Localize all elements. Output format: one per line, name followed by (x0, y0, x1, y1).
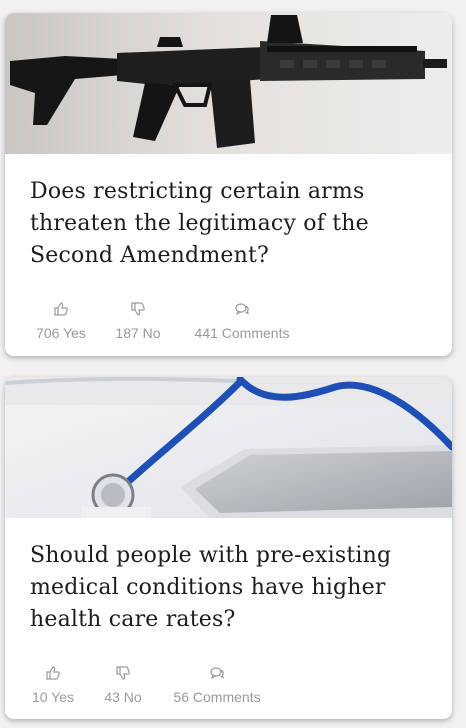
comments-count: 56 Comments (173, 689, 261, 705)
question-card[interactable]: Does restricting certain arms threaten t… (5, 13, 452, 356)
comments-count: 441 Comments (194, 325, 290, 341)
thumbs-up-icon (54, 302, 68, 316)
comments-button[interactable]: 441 Comments (183, 301, 301, 341)
no-vote-button[interactable]: 43 No (99, 665, 147, 705)
question-card[interactable]: Should people with pre-existing medical … (5, 377, 452, 719)
comment-bubbles-icon (235, 303, 249, 316)
rifle-image (5, 13, 452, 154)
yes-count: 10 Yes (31, 689, 75, 705)
no-count: 43 No (104, 689, 142, 705)
card-stats: 706 Yes 187 No 441 Comments (5, 301, 452, 351)
thumbs-down-icon (131, 302, 145, 316)
comments-button[interactable]: 56 Comments (165, 665, 269, 705)
card-image-rifle[interactable] (5, 13, 452, 154)
yes-vote-button[interactable]: 706 Yes (29, 301, 93, 341)
stethoscope-image (5, 377, 452, 518)
no-count: 187 No (115, 325, 161, 341)
no-vote-button[interactable]: 187 No (109, 301, 167, 341)
card-stats: 10 Yes 43 No 56 Comments (5, 665, 452, 715)
yes-vote-button[interactable]: 10 Yes (29, 665, 77, 705)
question-title[interactable]: Does restricting certain arms threaten t… (30, 176, 432, 272)
question-title[interactable]: Should people with pre-existing medical … (30, 540, 432, 636)
yes-count: 706 Yes (36, 325, 86, 341)
card-image-stethoscope[interactable] (5, 377, 452, 518)
comment-bubbles-icon (210, 667, 224, 680)
thumbs-up-icon (46, 666, 60, 680)
thumbs-down-icon (116, 666, 130, 680)
